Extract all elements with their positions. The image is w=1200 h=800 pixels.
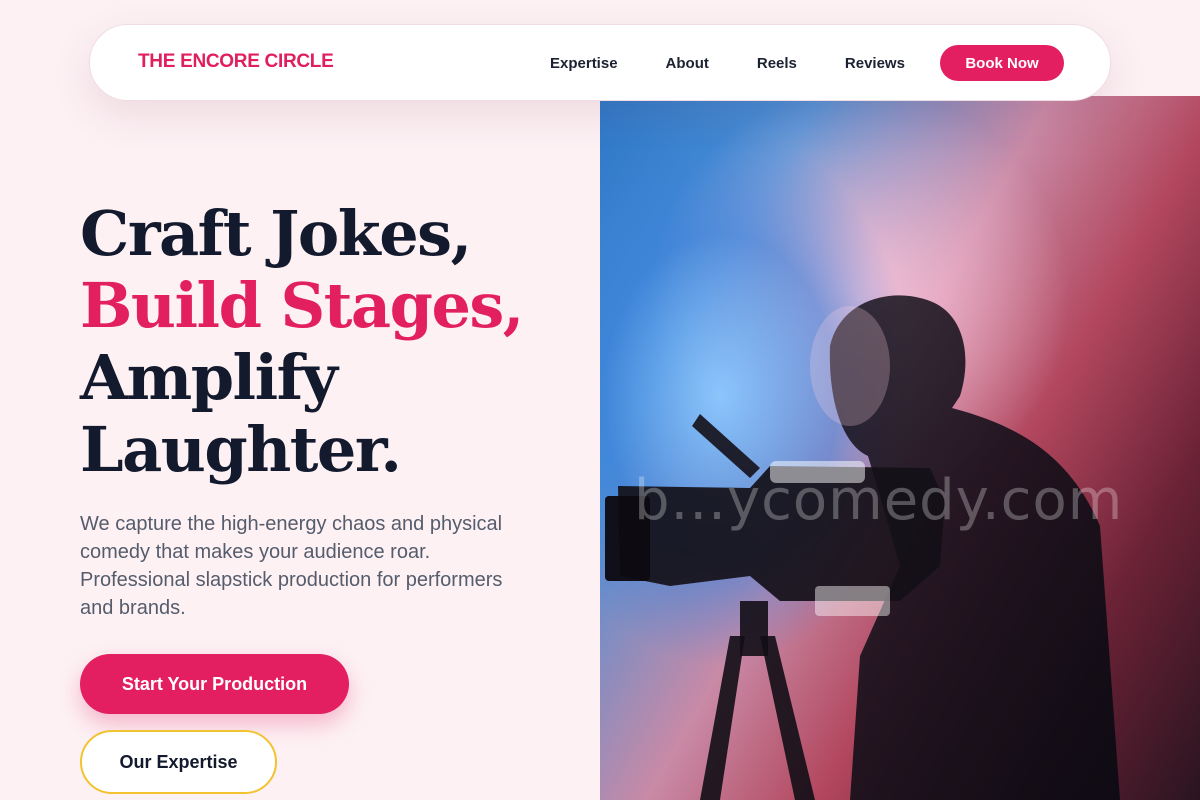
top-navbar: THE ENCORE CIRCLE Expertise About Reels … [89, 24, 1111, 101]
nav-links: Expertise About Reels Reviews [550, 25, 953, 102]
nav-link-reels[interactable]: Reels [757, 55, 797, 72]
landing-page: b...ycomedy.com THE ENCORE CIRCLE Expert… [0, 0, 1200, 800]
hero-description: We capture the high-energy chaos and phy… [80, 513, 503, 619]
headline-line-2: Build Stages, [80, 269, 524, 342]
headline-line-1: Craft Jokes, [80, 197, 472, 270]
hero-headline: Craft Jokes, Build Stages, Amplify Laugh… [80, 198, 580, 486]
headline-line-3: Amplify [80, 341, 338, 414]
hero-image: b...ycomedy.com [600, 96, 1200, 800]
start-production-button[interactable]: Start Your Production [80, 654, 349, 714]
camera-operator-silhouette [605, 295, 1120, 800]
watermark-text: b...ycomedy.com [634, 468, 1124, 533]
nav-link-about[interactable]: About [666, 55, 709, 72]
nav-link-reviews[interactable]: Reviews [845, 55, 905, 72]
book-now-button[interactable]: Book Now [940, 45, 1064, 81]
our-expertise-button[interactable]: Our Expertise [80, 730, 277, 794]
nav-link-expertise[interactable]: Expertise [550, 55, 618, 72]
headline-line-4: Laughter. [80, 413, 402, 486]
brand-logo[interactable]: THE ENCORE CIRCLE [138, 51, 334, 73]
